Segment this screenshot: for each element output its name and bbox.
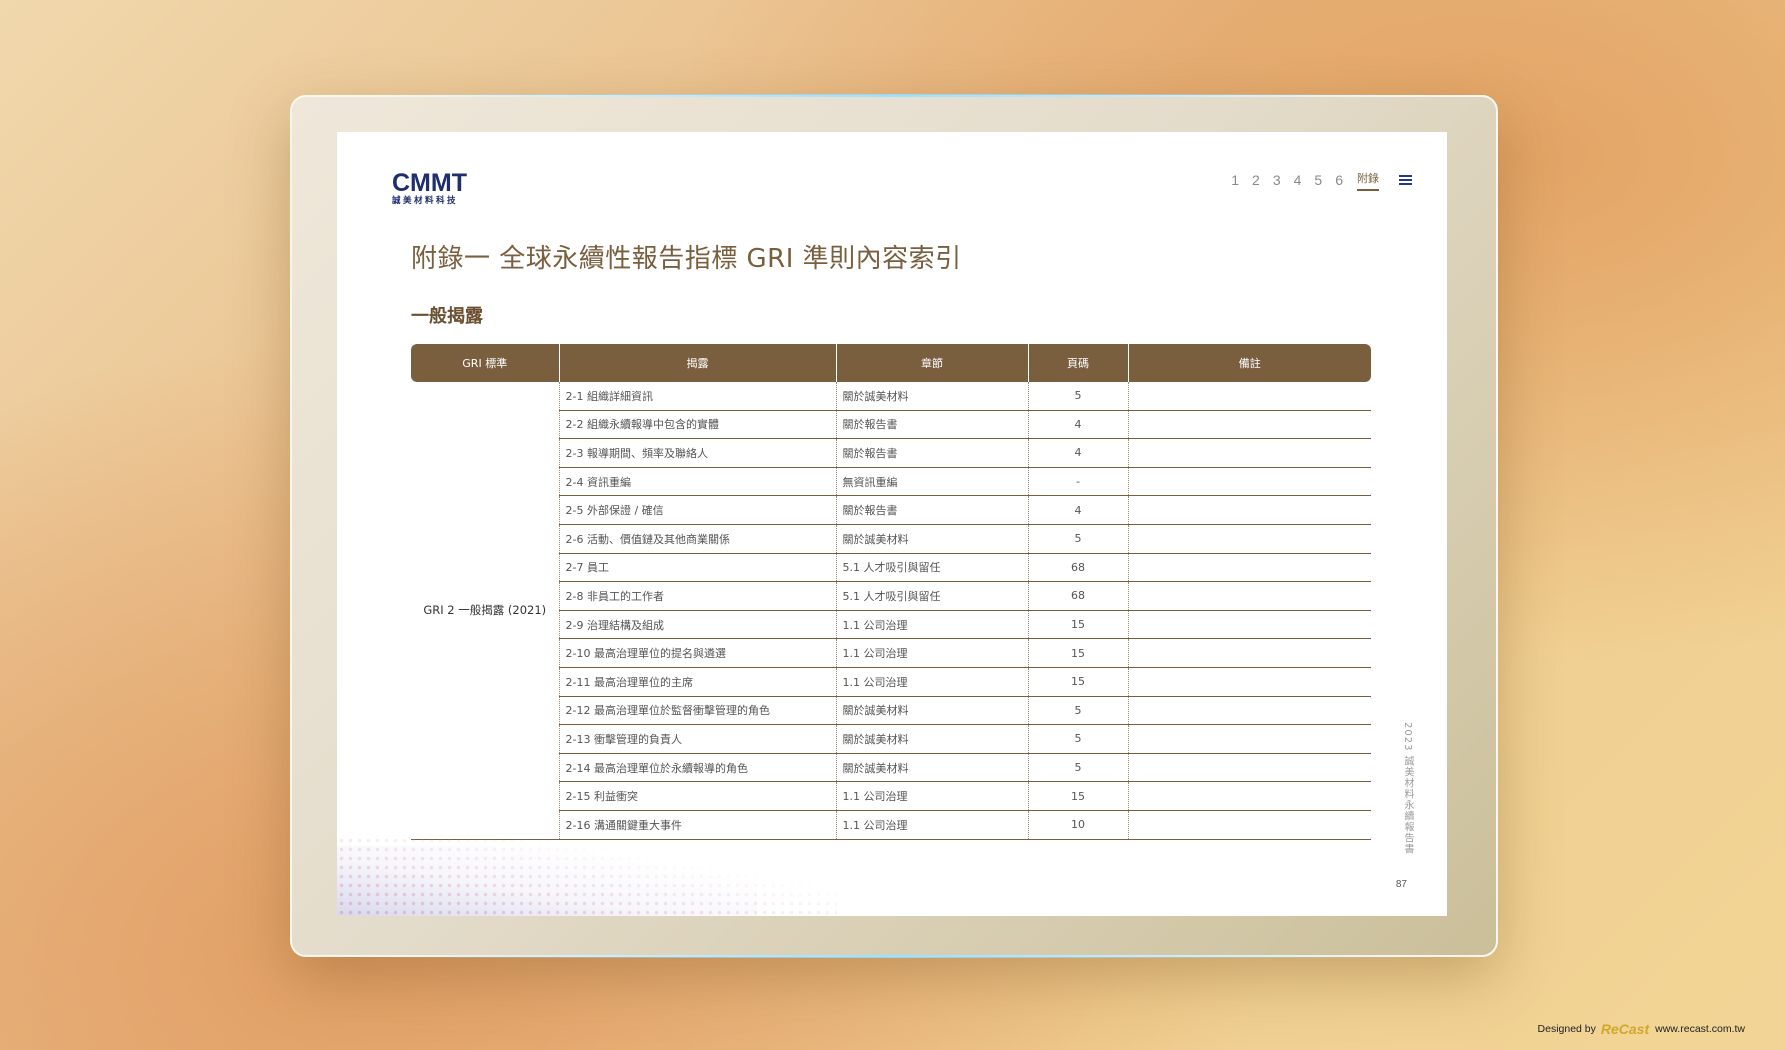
disclosure-cell: 2-9 治理結構及組成 xyxy=(558,610,836,640)
note-cell xyxy=(1127,610,1371,640)
credit-url[interactable]: www.recast.com.tw xyxy=(1655,1023,1745,1035)
section-cell: 1.1 公司治理 xyxy=(835,810,1028,840)
nav-appendix[interactable]: 附錄 xyxy=(1357,168,1379,191)
page-number: 87 xyxy=(1395,879,1407,890)
nav-chapter-1[interactable]: 1 xyxy=(1231,170,1239,190)
logo-wordmark: CMMT xyxy=(392,169,467,197)
section-cell: 關於誠美材料 xyxy=(835,696,1028,726)
page-cell: 5 xyxy=(1027,724,1128,754)
disclosure-cell: 2-10 最高治理單位的提名與遴選 xyxy=(558,638,836,668)
logo-subtitle: 誠美材料科技 xyxy=(392,196,459,206)
note-cell xyxy=(1127,724,1371,754)
header-page: 頁碼 xyxy=(1027,344,1128,382)
section-cell: 5.1 人才吸引與留任 xyxy=(835,553,1028,583)
disclosure-cell: 2-2 組織永續報導中包含的實體 xyxy=(558,410,836,440)
section-cell: 關於報告書 xyxy=(835,495,1028,525)
page-cell: 5 xyxy=(1027,753,1128,783)
chapter-nav: 1 2 3 4 5 6 附錄 xyxy=(1218,168,1412,191)
section-cell: 1.1 公司治理 xyxy=(835,781,1028,811)
page-cell: 5 xyxy=(1027,382,1128,411)
disclosure-cell: 2-12 最高治理單位於監督衝擊管理的角色 xyxy=(558,696,836,726)
disclosure-cell: 2-16 溝通關鍵重大事件 xyxy=(558,810,836,840)
page-cell: 5 xyxy=(1027,524,1128,554)
note-cell xyxy=(1127,467,1371,497)
gri-standard-cell: GRI 2 一般揭露 (2021) xyxy=(411,382,559,840)
header-section: 章節 xyxy=(835,344,1028,382)
disclosure-cell: 2-4 資訊重編 xyxy=(558,467,836,497)
report-page: CMMT 誠美材料科技 1 2 3 4 5 6 附錄 附錄一 全球永續性報告指標… xyxy=(337,132,1447,916)
page-cell: 68 xyxy=(1027,581,1128,611)
note-cell xyxy=(1127,638,1371,668)
page-title: 附錄一 全球永續性報告指標 GRI 準則內容索引 xyxy=(411,244,962,274)
nav-chapter-4[interactable]: 4 xyxy=(1294,170,1302,190)
table-row: GRI 2 一般揭露 (2021) 2-1 組織詳細資訊 關於誠美材料 5 xyxy=(411,382,1371,840)
header-gri-standard: GRI 標準 xyxy=(411,344,559,382)
note-cell xyxy=(1127,524,1371,554)
section-cell: 關於誠美材料 xyxy=(835,724,1028,754)
table-header-row: GRI 標準 揭露 章節 頁碼 備註 xyxy=(411,344,1371,382)
header-note: 備註 xyxy=(1127,344,1371,382)
disclosure-cell: 2-13 衝擊管理的負責人 xyxy=(558,724,836,754)
disclosure-cell: 2-14 最高治理單位於永續報導的角色 xyxy=(558,753,836,783)
note-cell xyxy=(1127,553,1371,583)
page-cell: 15 xyxy=(1027,638,1128,668)
nav-chapter-2[interactable]: 2 xyxy=(1252,170,1260,190)
page-cell: 15 xyxy=(1027,781,1128,811)
disclosure-cell: 2-7 員工 xyxy=(558,553,836,583)
section-cell: 關於報告書 xyxy=(835,410,1028,440)
section-cell: 1.1 公司治理 xyxy=(835,610,1028,640)
header-disclosure: 揭露 xyxy=(558,344,836,382)
note-cell xyxy=(1127,495,1371,525)
note-cell xyxy=(1127,438,1371,468)
note-cell xyxy=(1127,781,1371,811)
page-cell: - xyxy=(1027,467,1128,497)
note-cell xyxy=(1127,753,1371,783)
section-subtitle: 一般揭露 xyxy=(411,306,483,327)
disclosure-cell: 2-3 報導期間、頻率及聯絡人 xyxy=(558,438,836,468)
nav-chapter-5[interactable]: 5 xyxy=(1314,170,1322,190)
nav-chapter-3[interactable]: 3 xyxy=(1273,170,1281,190)
recast-logo[interactable]: ReCast xyxy=(1601,1021,1649,1037)
disclosure-cell: 2-15 利益衝突 xyxy=(558,781,836,811)
hamburger-menu-icon[interactable] xyxy=(1399,173,1412,187)
note-cell xyxy=(1127,382,1371,411)
section-cell: 關於誠美材料 xyxy=(835,524,1028,554)
page-cell: 68 xyxy=(1027,553,1128,583)
note-cell xyxy=(1127,696,1371,726)
disclosure-cell: 2-8 非員工的工作者 xyxy=(558,581,836,611)
designer-credit: Designed by ReCast www.recast.com.tw xyxy=(1538,1021,1745,1037)
section-cell: 1.1 公司治理 xyxy=(835,667,1028,697)
section-cell: 無資訊重編 xyxy=(835,467,1028,497)
section-cell: 5.1 人才吸引與留任 xyxy=(835,581,1028,611)
report-name-vertical: 2023 誠美材料永續報告書 xyxy=(1402,722,1413,855)
disclosure-cell: 2-1 組織詳細資訊 xyxy=(558,382,836,411)
decorative-dot-pattern xyxy=(337,836,837,916)
section-cell: 關於報告書 xyxy=(835,438,1028,468)
cmmt-logo[interactable]: CMMT 誠美材料科技 xyxy=(392,170,467,206)
nav-chapter-6[interactable]: 6 xyxy=(1335,170,1343,190)
note-cell xyxy=(1127,810,1371,840)
page-cell: 4 xyxy=(1027,438,1128,468)
note-cell xyxy=(1127,410,1371,440)
page-cell: 4 xyxy=(1027,495,1128,525)
section-cell: 關於誠美材料 xyxy=(835,753,1028,783)
credit-prefix: Designed by xyxy=(1537,1023,1596,1035)
note-cell xyxy=(1127,581,1371,611)
page-cell: 5 xyxy=(1027,696,1128,726)
page-cell: 4 xyxy=(1027,410,1128,440)
section-cell: 關於誠美材料 xyxy=(835,382,1028,411)
note-cell xyxy=(1127,667,1371,697)
page-cell: 15 xyxy=(1027,610,1128,640)
page-cell: 10 xyxy=(1027,810,1128,840)
disclosure-cell: 2-11 最高治理單位的主席 xyxy=(558,667,836,697)
disclosure-cell: 2-5 外部保證 / 確信 xyxy=(558,495,836,525)
section-cell: 1.1 公司治理 xyxy=(835,638,1028,668)
disclosure-cell: 2-6 活動、價值鏈及其他商業關係 xyxy=(558,524,836,554)
gri-index-table: GRI 標準 揭露 章節 頁碼 備註 GRI 2 一般揭露 (2021) 2-1 … xyxy=(411,344,1371,840)
page-cell: 15 xyxy=(1027,667,1128,697)
